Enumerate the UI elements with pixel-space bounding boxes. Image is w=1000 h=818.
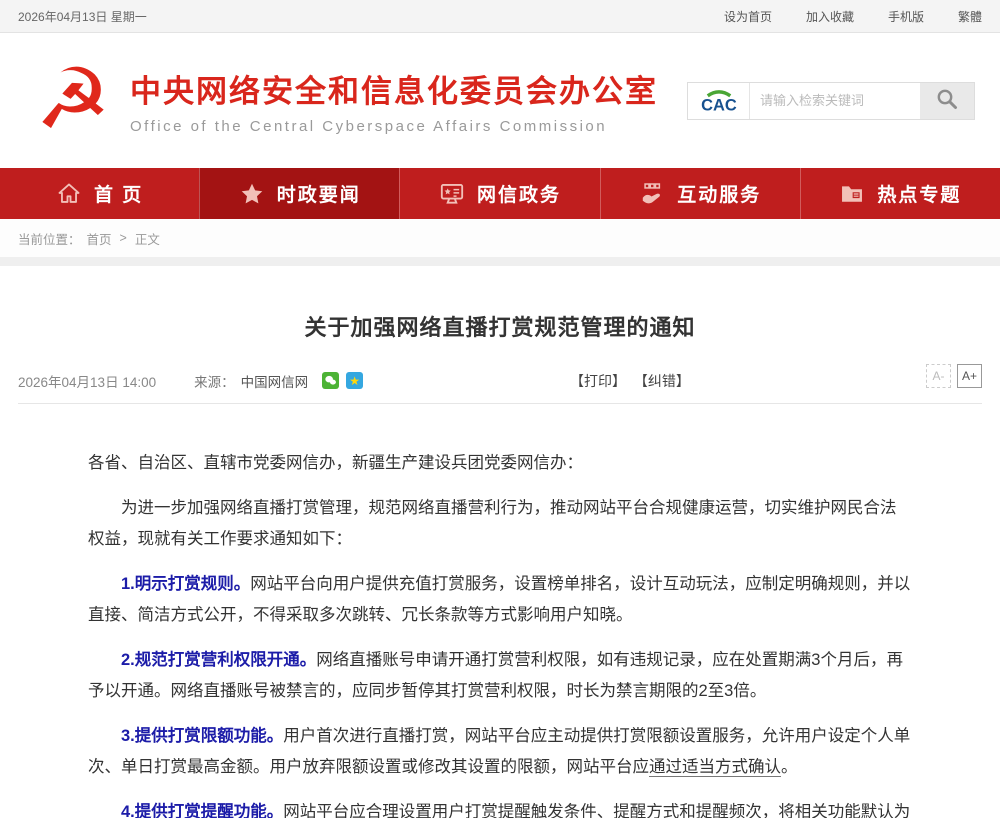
topbar-links: 设为首页 加入收藏 手机版 繁體 [724, 8, 982, 25]
nav-item-3[interactable]: 网信政务 [399, 168, 599, 219]
font-smaller-button[interactable]: A- [926, 364, 951, 388]
site-header: ☭ 中央网络安全和信息化委员会办公室 Office of the Central… [0, 33, 1000, 168]
article-meta: 2026年04月13日 14:00 来源： 中国网信网 ★ 【打印】 【纠错】 … [18, 368, 982, 404]
magnifier-icon [935, 87, 959, 114]
nav-item-label: 网信政务 [477, 180, 561, 207]
article-title: 关于加强网络直播打赏规范管理的通知 [18, 266, 982, 368]
article-paragraph-6: 4.提供打赏提醒功能。网站平台应合理设置用户打赏提醒触发条件、提醒方式和提醒频次… [88, 797, 912, 818]
paragraph-lead: 4.提供打赏提醒功能。 [121, 803, 283, 818]
source-value: 中国网信网 [241, 371, 309, 391]
set-homepage-link[interactable]: 设为首页 [724, 8, 772, 25]
site-brand[interactable]: ☭ 中央网络安全和信息化委员会办公室 Office of the Central… [30, 61, 658, 141]
paragraph-lead: 3.提供打赏限额功能。 [121, 727, 283, 745]
star-icon [239, 181, 265, 207]
breadcrumb: 当前位置： 首页 > 正文 [0, 219, 1000, 257]
site-title: 中央网络安全和信息化委员会办公室 [130, 66, 658, 111]
monitor-icon [439, 181, 465, 207]
article-body: 各省、自治区、直辖市党委网信办，新疆生产建设兵团党委网信办： 为进一步加强网络直播… [18, 404, 982, 818]
nav-item-label: 互动服务 [677, 180, 761, 207]
divider-band [0, 257, 1000, 266]
paragraph-lead: 1.明示打赏规则。 [121, 575, 250, 593]
font-larger-button[interactable]: A+ [957, 364, 982, 388]
article-datetime: 2026年04月13日 14:00 [18, 371, 156, 391]
topbar: 2026年04月13日 星期一 设为首页 加入收藏 手机版 繁體 [0, 0, 1000, 33]
traditional-chinese-link[interactable]: 繁體 [958, 8, 982, 25]
breadcrumb-label: 当前位置： [18, 229, 81, 248]
qzone-share-icon[interactable]: ★ [346, 372, 363, 389]
home-icon [56, 181, 82, 207]
main-nav: 首 页 时政要闻 网信政务 互动服务 热点专题 [0, 168, 1000, 219]
hand-service-icon [639, 181, 665, 207]
breadcrumb-separator: > [120, 231, 127, 245]
article-paragraph-4: 2.规范打赏营利权限开通。网络直播账号申请开通打赏营利权限，如有违规记录，应在处… [88, 645, 912, 707]
article: 关于加强网络直播打赏规范管理的通知 2026年04月13日 14:00 来源： … [0, 266, 1000, 818]
nav-item-label: 热点专题 [877, 180, 961, 207]
print-button[interactable]: 【打印】 [570, 373, 626, 389]
wechat-share-icon[interactable] [322, 372, 339, 389]
error-correct-button[interactable]: 【纠错】 [634, 373, 690, 389]
party-emblem-icon: ☭ [30, 57, 116, 141]
breadcrumb-current: 正文 [135, 229, 160, 248]
nav-item-label: 首 页 [94, 180, 143, 207]
nav-item-5[interactable]: 热点专题 [800, 168, 1000, 219]
site-subtitle: Office of the Central Cyberspace Affairs… [130, 118, 658, 135]
topbar-date: 2026年04月13日 星期一 [18, 8, 147, 25]
cac-logo-icon: CAC [688, 83, 750, 119]
nav-item-4[interactable]: 互动服务 [600, 168, 800, 219]
paragraph-lead: 2.规范打赏营利权限开通。 [121, 651, 316, 669]
search-button[interactable] [920, 83, 974, 119]
svg-text:CAC: CAC [701, 96, 737, 114]
article-paragraph-1: 各省、自治区、直辖市党委网信办，新疆生产建设兵团党委网信办： [88, 448, 912, 479]
nav-item-2[interactable]: 时政要闻 [199, 168, 399, 219]
mobile-version-link[interactable]: 手机版 [888, 8, 924, 25]
nav-item-1[interactable]: 首 页 [0, 168, 199, 219]
search-box: CAC [687, 82, 975, 120]
article-paragraph-2: 为进一步加强网络直播打赏管理，规范网络直播营利行为，推动网站平台合规健康运营，切… [88, 493, 912, 555]
source-label: 来源： [194, 371, 235, 391]
article-paragraph-3: 1.明示打赏规则。网站平台向用户提供充值打赏服务，设置榜单排名，设计互动玩法，应… [88, 569, 912, 631]
breadcrumb-home-link[interactable]: 首页 [87, 229, 112, 248]
article-paragraph-5: 3.提供打赏限额功能。用户首次进行直播打赏，网站平台应主动提供打赏限额设置服务，… [88, 721, 912, 783]
folder-icon [839, 181, 865, 207]
nav-item-label: 时政要闻 [277, 180, 361, 207]
add-favorite-link[interactable]: 加入收藏 [806, 8, 854, 25]
search-input[interactable] [750, 83, 920, 119]
